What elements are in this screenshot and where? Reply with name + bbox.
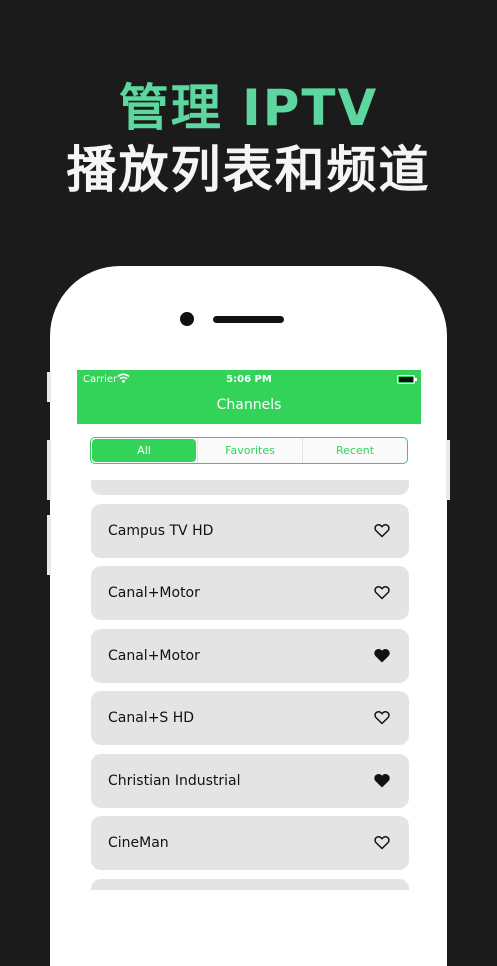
phone-camera	[180, 312, 194, 326]
promo-title-line2: 播放列表和频道	[66, 141, 431, 199]
phone-side-button	[446, 440, 450, 500]
phone-side-button	[47, 515, 51, 575]
tab-favorites[interactable]: Favorites	[197, 438, 302, 463]
list-item-partial	[91, 879, 409, 890]
channel-name: Canal+Motor	[108, 648, 200, 664]
heart-outline-icon[interactable]	[374, 710, 390, 725]
tab-recent[interactable]: Recent	[302, 438, 407, 463]
heart-outline-icon[interactable]	[374, 835, 390, 850]
segmented-control: All Favorites Recent	[90, 437, 408, 464]
channel-row[interactable]: Campus TV HD	[91, 504, 409, 558]
battery-icon	[397, 375, 417, 384]
channel-row[interactable]: Canal+Motor	[91, 629, 409, 683]
heart-filled-icon[interactable]	[374, 773, 390, 788]
phone-side-button	[47, 440, 51, 500]
app-screen: Carrier 5:06 PM Channels All Favorites R…	[77, 370, 421, 890]
phone-speaker	[213, 316, 284, 323]
status-time: 5:06 PM	[226, 374, 272, 385]
tab-all[interactable]: All	[92, 439, 196, 462]
list-item-partial	[91, 480, 409, 495]
heart-outline-icon[interactable]	[374, 585, 390, 600]
channel-row[interactable]: Canal+Motor	[91, 566, 409, 620]
channel-name: Campus TV HD	[108, 523, 214, 539]
status-bar: Carrier 5:06 PM	[77, 372, 421, 388]
navigation-bar: Carrier 5:06 PM Channels	[77, 370, 421, 424]
channel-row[interactable]: Canal+S HD	[91, 691, 409, 745]
phone-side-button	[47, 372, 51, 402]
channel-row[interactable]: Christian Industrial	[91, 754, 409, 808]
page-title: Channels	[216, 397, 282, 413]
channel-row[interactable]: CineMan	[91, 816, 409, 870]
channel-name: Canal+S HD	[108, 710, 195, 726]
channel-name: CineMan	[108, 835, 169, 851]
channel-name: Christian Industrial	[108, 773, 241, 789]
heart-outline-icon[interactable]	[374, 523, 390, 538]
channel-name: Canal+Motor	[108, 585, 200, 601]
heart-filled-icon[interactable]	[374, 648, 390, 663]
